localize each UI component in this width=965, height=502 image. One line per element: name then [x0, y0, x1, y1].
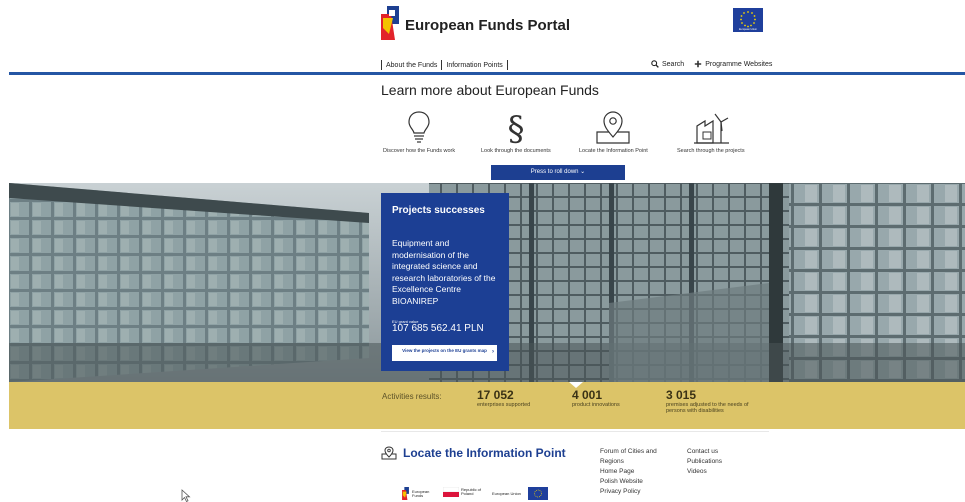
- nav-separator: [381, 60, 382, 70]
- tile-label: Discover how the Funds work: [383, 148, 456, 154]
- footer-link-publications[interactable]: Publications: [687, 457, 722, 467]
- map-pin-icon: [381, 446, 397, 460]
- tile-label: Look through the documents: [481, 148, 551, 154]
- result-premises: 3 015 premises adjusted to the needs of …: [666, 388, 766, 414]
- footer-links-col-1: Forum of Cities and Regions Home Page Po…: [600, 447, 657, 497]
- results-label: Activities results:: [382, 392, 442, 401]
- card-title: Projects successes: [392, 205, 485, 216]
- result-enterprises: 17 052 enterprises supported: [477, 388, 530, 408]
- locate-information-point-link[interactable]: Locate the Information Point: [381, 446, 566, 460]
- map-pin-icon: [596, 111, 630, 144]
- puzzle-icon: [694, 60, 702, 68]
- nav-information-points[interactable]: Information Points: [446, 62, 502, 69]
- mouse-cursor-icon: [181, 489, 191, 502]
- result-text: premises adjusted to the needs of person…: [666, 402, 749, 414]
- result-value: 3 015: [666, 388, 697, 402]
- search-label: Search: [662, 60, 685, 68]
- search-icon: [651, 60, 659, 68]
- programme-websites-link[interactable]: Programme Websites: [694, 60, 772, 68]
- search-link[interactable]: Search: [651, 60, 684, 68]
- european-funds-logo: European Funds: [401, 487, 434, 500]
- learn-more-title: Learn more about European Funds: [381, 82, 599, 98]
- view-map-button[interactable]: View the projects on the EU grants map ›: [392, 345, 497, 361]
- top-navigation: About the Funds Information Points: [381, 60, 508, 70]
- section-sign-icon: §: [507, 110, 524, 144]
- footer-link-home[interactable]: Home Page: [600, 467, 657, 477]
- roll-down-label: Press to roll down: [530, 169, 579, 175]
- logo-label: Republic of Poland: [461, 487, 482, 496]
- factory-icon: [693, 113, 729, 144]
- result-innovations: 4 001 product innovations: [572, 388, 620, 408]
- footer-link-forum[interactable]: Forum of Cities and: [600, 447, 657, 457]
- tile-discover-funds[interactable]: Discover how the Funds work: [383, 110, 455, 154]
- result-text: enterprises supported: [477, 402, 531, 408]
- projects-success-card: Projects successes Equipment and moderni…: [381, 193, 509, 371]
- logo-label: European Funds: [412, 488, 430, 498]
- tile-documents[interactable]: § Look through the documents: [481, 110, 551, 154]
- footer-link-polish[interactable]: Polish Website: [600, 477, 657, 487]
- result-value: 4 001: [572, 388, 603, 402]
- eu-flag-caption: European Union: [738, 28, 758, 31]
- header-divider: [9, 72, 965, 75]
- chevron-right-icon: ›: [492, 349, 494, 355]
- european-union-logo: European Union: [492, 487, 548, 500]
- european-funds-logo-icon: [402, 487, 409, 500]
- portal-title[interactable]: European Funds Portal: [405, 17, 570, 34]
- footer-link-contact[interactable]: Contact us: [687, 447, 722, 457]
- chevron-down-icon: ⌄: [580, 169, 586, 175]
- eu-flag-icon: [528, 487, 548, 500]
- roll-down-button[interactable]: Press to roll down ⌄: [491, 165, 625, 180]
- header-tools: Search Programme Websites: [651, 60, 772, 68]
- tile-label: Search through the projects: [677, 148, 745, 154]
- nav-separator: [506, 60, 508, 70]
- tile-search-projects[interactable]: Search through the projects: [677, 110, 745, 154]
- tile-label: Locate the Information Point: [579, 148, 648, 154]
- footer-logos: European Funds Republic of Poland Europe…: [401, 487, 548, 500]
- locate-title: Locate the Information Point: [403, 446, 566, 460]
- european-funds-logo-icon[interactable]: [381, 6, 399, 40]
- card-description[interactable]: Equipment and modernisation of the integ…: [392, 238, 504, 307]
- footer-link-videos[interactable]: Videos: [687, 467, 722, 477]
- tile-information-point[interactable]: Locate the Information Point: [579, 110, 648, 154]
- footer-link-privacy[interactable]: Privacy Policy: [600, 487, 657, 497]
- result-text: product innovations: [572, 402, 620, 408]
- result-value: 17 052: [477, 388, 514, 402]
- polish-flag-icon: [443, 487, 459, 497]
- logo-label: European Union: [492, 490, 521, 496]
- programme-websites-label: Programme Websites: [705, 60, 773, 68]
- eu-flag-logo: European Union: [733, 8, 763, 32]
- republic-of-poland-logo: Republic of Poland: [443, 487, 483, 497]
- lightbulb-icon: [408, 111, 430, 143]
- nav-about-the-funds[interactable]: About the Funds: [386, 62, 437, 69]
- grant-value: 107 685 562.41 PLN: [392, 323, 484, 334]
- view-map-label: View the projects on the EU grants map: [402, 348, 487, 353]
- svg-text:§: §: [507, 110, 524, 144]
- nav-separator: [441, 60, 443, 70]
- footer-link-forum-cont[interactable]: Regions: [600, 457, 657, 467]
- footer-divider: [381, 431, 769, 432]
- footer-links-col-2: Contact us Publications Videos: [687, 447, 722, 477]
